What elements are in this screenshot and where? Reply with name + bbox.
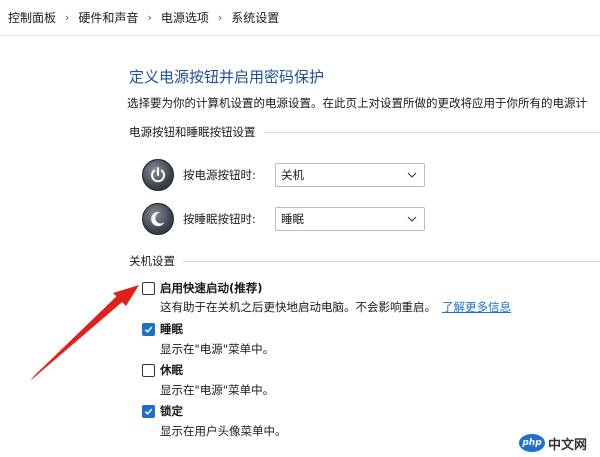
fast-startup-checkbox[interactable] — [142, 281, 155, 295]
sleep-button-select[interactable]: 睡眠 — [275, 207, 425, 231]
chevron-right-icon: › — [147, 11, 152, 24]
shutdown-group-label: 关机设置 — [129, 254, 175, 268]
checkmark-icon — [144, 408, 153, 415]
power-button-select[interactable]: 关机 — [275, 163, 425, 187]
power-buttons-group-label: 电源按钮和睡眠按钮设置 — [129, 125, 256, 139]
lock-description: 显示在用户头像菜单中。 — [160, 424, 287, 438]
sleep-button-row: 按睡眠按钮时: 睡眠 — [142, 201, 425, 237]
watermark-text: 中文网 — [548, 437, 588, 453]
watermark: php 中文网 — [519, 432, 597, 454]
sleep-description: 显示在"电源"菜单中。 — [160, 342, 275, 356]
power-button-select-value: 关机 — [281, 168, 304, 182]
lock-checkbox[interactable] — [142, 404, 155, 418]
checkmark-icon — [144, 326, 153, 333]
breadcrumb-control-panel[interactable]: 控制面板 — [8, 9, 56, 26]
power-icon — [142, 159, 174, 191]
lock-label: 锁定 — [160, 404, 183, 418]
sleep-label: 睡眠 — [160, 322, 183, 336]
sleep-moon-icon — [142, 203, 174, 235]
chevron-right-icon: › — [217, 11, 223, 24]
sleep-button-select-value: 睡眠 — [281, 212, 304, 226]
chevron-down-icon — [407, 172, 417, 178]
shutdown-group-header: 关机设置 — [129, 253, 600, 269]
power-button-row: 按电源按钮时: 关机 — [142, 157, 425, 193]
hibernate-description: 显示在"电源"菜单中。 — [160, 383, 275, 397]
hibernate-label: 休眠 — [160, 363, 183, 377]
sleep-option[interactable]: 睡眠 — [142, 321, 183, 337]
fast-startup-desc-text: 这有助于在关机之后更快地启动电脑。不会影响重启。 — [160, 300, 436, 314]
hibernate-option[interactable]: 休眠 — [142, 362, 183, 378]
breadcrumb: 控制面板 › 硬件和声音 › 电源选项 › 系统设置 — [0, 0, 600, 36]
watermark-logo: php — [519, 434, 545, 452]
sleep-checkbox[interactable] — [142, 322, 155, 336]
fast-startup-label: 启用快速启动(推荐) — [160, 281, 263, 295]
power-buttons-group-header: 电源按钮和睡眠按钮设置 — [129, 124, 600, 140]
page-title: 定义电源按钮并启用密码保护 — [129, 68, 325, 86]
sleep-button-label: 按睡眠按钮时: — [183, 212, 256, 226]
page-description: 选择要为你的计算机设置的电源设置。在此页上对设置所做的更改将应用于你所有的电源计 — [127, 96, 587, 110]
fast-startup-option[interactable]: 启用快速启动(推荐) — [142, 280, 263, 296]
breadcrumb-system-settings: 系统设置 — [231, 11, 280, 25]
hibernate-checkbox[interactable] — [142, 363, 155, 377]
learn-more-link[interactable]: 了解更多信息 — [442, 300, 511, 314]
chevron-right-icon: › — [65, 11, 70, 24]
chevron-down-icon — [407, 216, 417, 222]
breadcrumb-power-options[interactable]: 电源选项 — [161, 9, 209, 26]
divider — [183, 260, 600, 262]
lock-option[interactable]: 锁定 — [142, 403, 183, 419]
power-button-label: 按电源按钮时: — [183, 168, 256, 182]
fast-startup-description: 这有助于在关机之后更快地启动电脑。不会影响重启。 了解更多信息 — [160, 299, 511, 315]
breadcrumb-hardware-sound[interactable]: 硬件和声音 — [78, 9, 138, 26]
divider — [263, 131, 600, 133]
